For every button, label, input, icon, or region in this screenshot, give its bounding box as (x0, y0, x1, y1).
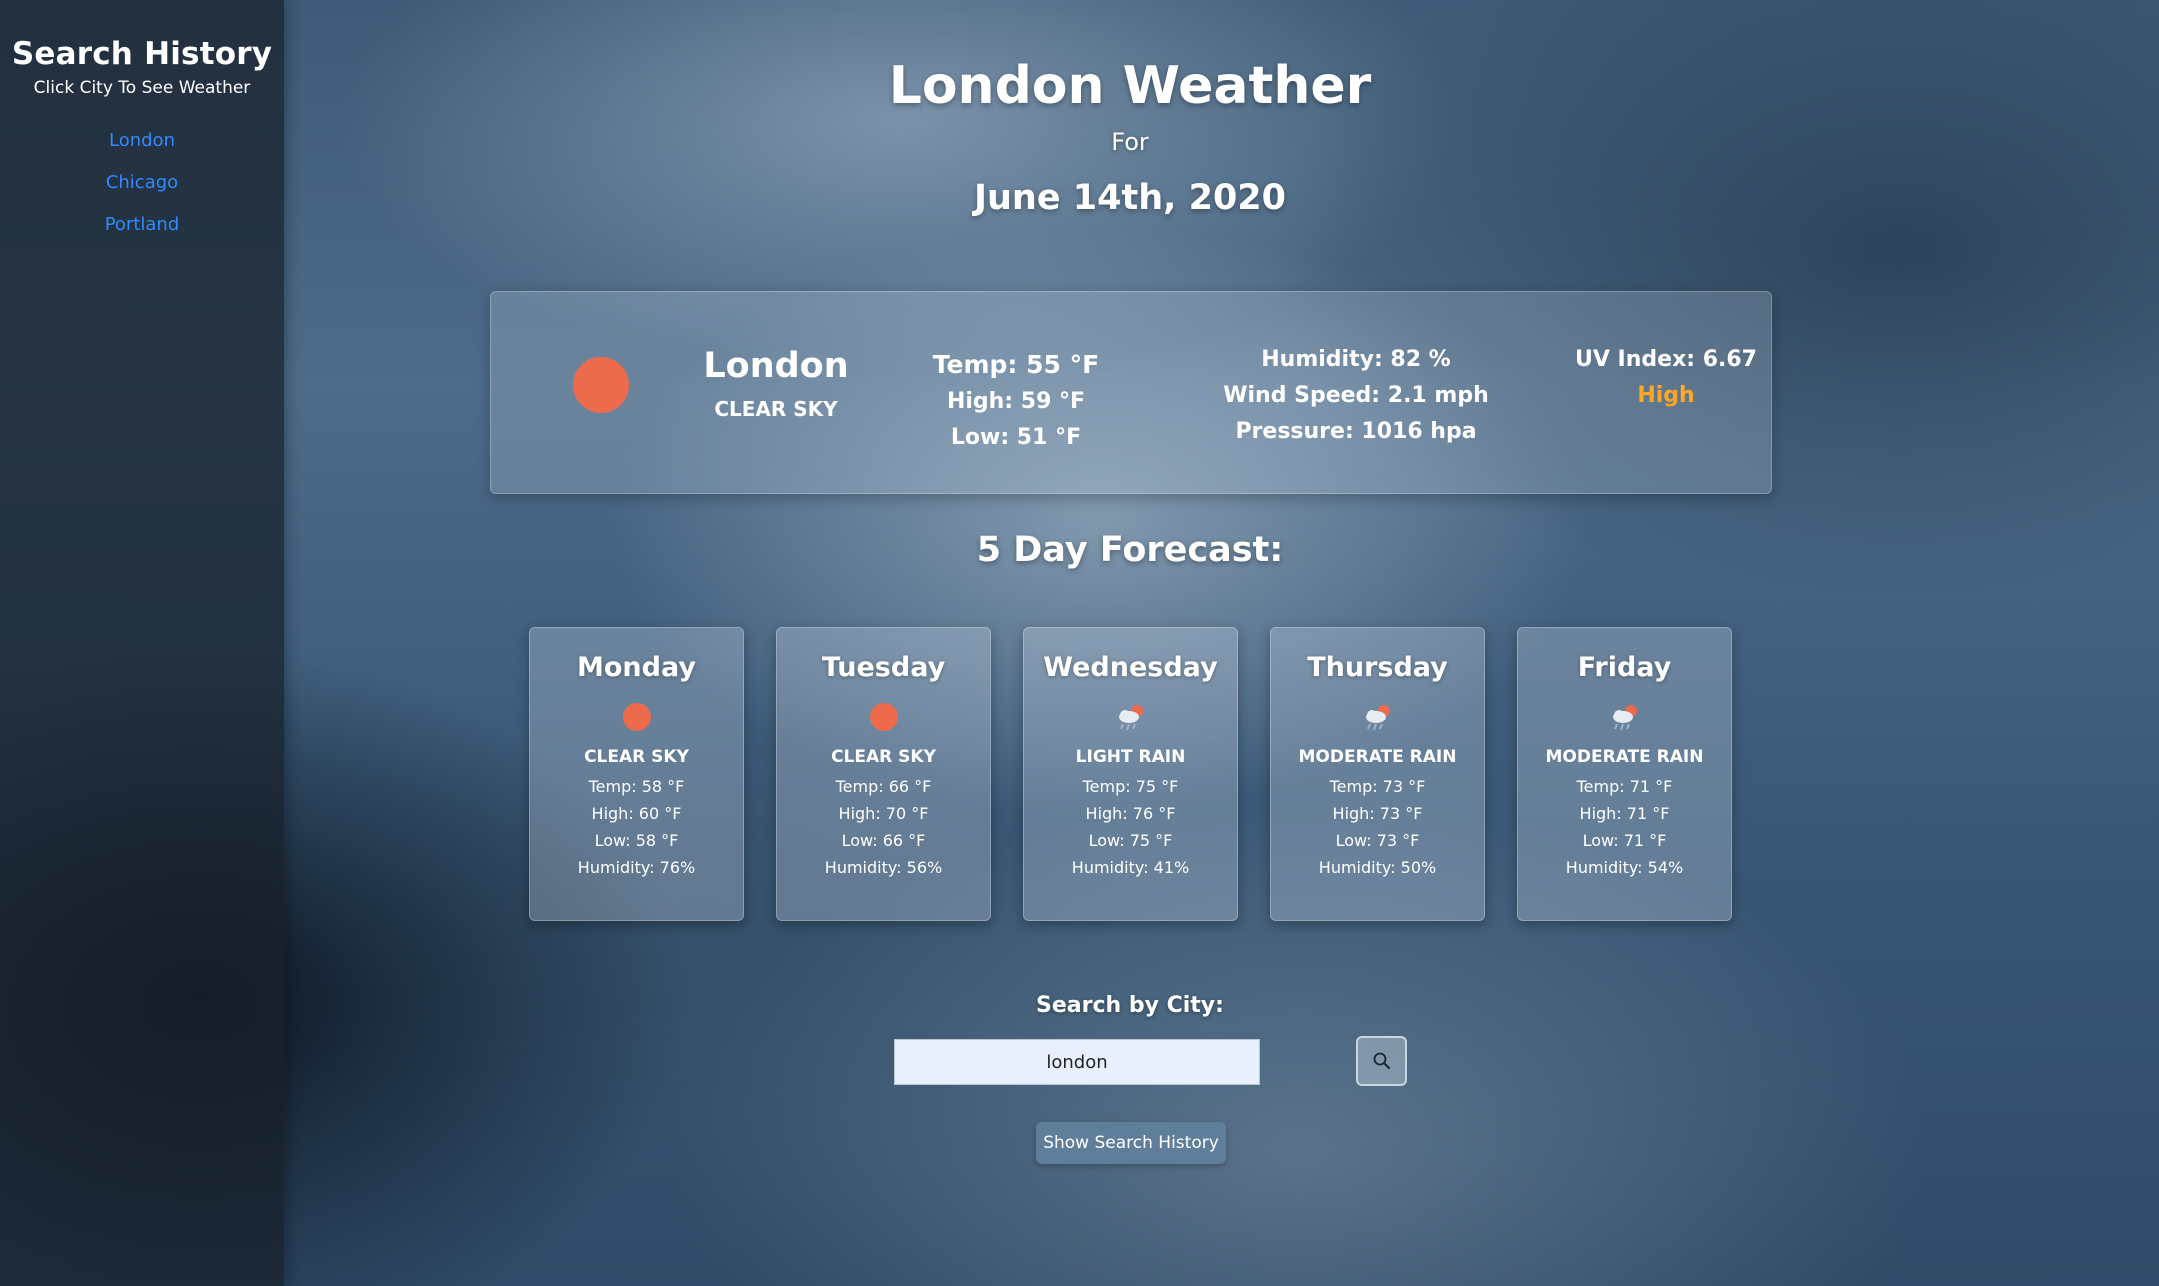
main-content: London Weather For June 14th, 2020 Londo… (284, 0, 2159, 1286)
current-temp: Temp: 55 °F (932, 350, 1100, 379)
forecast-card-wednesday: Wednesday LIGHT RAIN Temp: 75 °F High: 7… (1023, 627, 1238, 921)
forecast-humidity: Humidity: 50% (1318, 858, 1437, 877)
uv-index: UV Index: 6.67 (1575, 347, 1757, 372)
forecast-low: Low: 75 °F (1088, 831, 1173, 850)
current-weather-card: London CLEAR SKY Temp: 55 °F High: 59 °F… (490, 291, 1772, 494)
forecast-humidity: Humidity: 54% (1565, 858, 1684, 877)
uv-level-badge: High (1637, 383, 1695, 408)
forecast-description: MODERATE RAIN (1298, 747, 1457, 767)
sun-icon (869, 703, 898, 731)
forecast-card-thursday: Thursday MODERATE RAIN Temp: 73 °F High:… (1270, 627, 1485, 921)
forecast-high: High: 71 °F (1579, 804, 1670, 823)
page-title: London Weather (888, 56, 1372, 116)
forecast-day-name: Monday (577, 652, 696, 683)
forecast-temp: Temp: 73 °F (1329, 777, 1426, 796)
forecast-card-friday: Friday MODERATE RAIN Temp: 71 °F High: 7… (1517, 627, 1732, 921)
forecast-description: CLEAR SKY (831, 747, 936, 767)
forecast-humidity: Humidity: 56% (824, 858, 943, 877)
current-city: London (703, 346, 849, 386)
sun-icon (622, 703, 651, 731)
forecast-card-tuesday: Tuesday CLEAR SKY Temp: 66 °F High: 70 °… (776, 627, 991, 921)
forecast-temp: Temp: 71 °F (1576, 777, 1673, 796)
forecast-low: Low: 58 °F (594, 831, 679, 850)
temperature-stats: Temp: 55 °F High: 59 °F Low: 51 °F (871, 346, 1161, 456)
forecast-temp: Temp: 58 °F (588, 777, 685, 796)
rain-cloud-icon (1118, 705, 1143, 731)
show-search-history-button[interactable]: Show Search History (1036, 1122, 1226, 1164)
city-search-input[interactable] (894, 1039, 1260, 1085)
history-item-chicago[interactable]: Chicago (0, 162, 284, 204)
forecast-temp: Temp: 66 °F (835, 777, 932, 796)
forecast-description: CLEAR SKY (584, 747, 689, 767)
date-label: June 14th, 2020 (973, 178, 1287, 218)
forecast-humidity: Humidity: 41% (1071, 858, 1190, 877)
uv-stats: UV Index: 6.67 High (1491, 342, 1841, 414)
forecast-day-name: Tuesday (821, 652, 946, 683)
forecast-day-name: Thursday (1307, 652, 1448, 683)
forecast-card-monday: Monday CLEAR SKY Temp: 58 °F High: 60 °F… (529, 627, 744, 921)
forecast-high: High: 73 °F (1332, 804, 1423, 823)
forecast-high: High: 60 °F (591, 804, 682, 823)
forecast-high: High: 70 °F (838, 804, 929, 823)
current-low: Low: 51 °F (950, 425, 1082, 450)
current-description: CLEAR SKY (714, 397, 838, 421)
forecast-row: Monday CLEAR SKY Temp: 58 °F High: 60 °F… (529, 627, 1739, 921)
sidebar-title: Search History (11, 36, 273, 72)
history-list: London Chicago Portland (0, 120, 284, 246)
forecast-day-name: Friday (1577, 652, 1672, 683)
search-label: Search by City: (1036, 993, 1224, 1018)
forecast-humidity: Humidity: 76% (577, 858, 696, 877)
current-wind-speed: Wind Speed: 2.1 mph (1223, 383, 1489, 408)
forecast-high: High: 76 °F (1085, 804, 1176, 823)
forecast-low: Low: 73 °F (1335, 831, 1420, 850)
sun-icon (573, 357, 629, 413)
current-high: High: 59 °F (946, 389, 1086, 414)
forecast-description: MODERATE RAIN (1545, 747, 1704, 767)
current-humidity: Humidity: 82 % (1261, 347, 1451, 372)
forecast-description: LIGHT RAIN (1075, 747, 1186, 767)
current-pressure: Pressure: 1016 hpa (1235, 419, 1477, 444)
atmosphere-stats: Humidity: 82 % Wind Speed: 2.1 mph Press… (1181, 342, 1531, 450)
for-label: For (1111, 128, 1149, 156)
forecast-day-name: Wednesday (1043, 652, 1218, 683)
search-history-sidebar: Search History Click City To See Weather… (0, 0, 284, 1286)
forecast-title: 5 Day Forecast: (976, 530, 1284, 570)
search-icon (1373, 1052, 1390, 1069)
history-item-london[interactable]: London (0, 120, 284, 162)
rain-cloud-icon (1612, 705, 1637, 731)
forecast-low: Low: 71 °F (1582, 831, 1667, 850)
sidebar-subtitle: Click City To See Weather (33, 78, 251, 98)
rain-cloud-icon (1365, 705, 1390, 731)
forecast-temp: Temp: 75 °F (1082, 777, 1179, 796)
forecast-low: Low: 66 °F (841, 831, 926, 850)
history-item-portland[interactable]: Portland (0, 204, 284, 246)
search-button[interactable] (1356, 1036, 1407, 1086)
